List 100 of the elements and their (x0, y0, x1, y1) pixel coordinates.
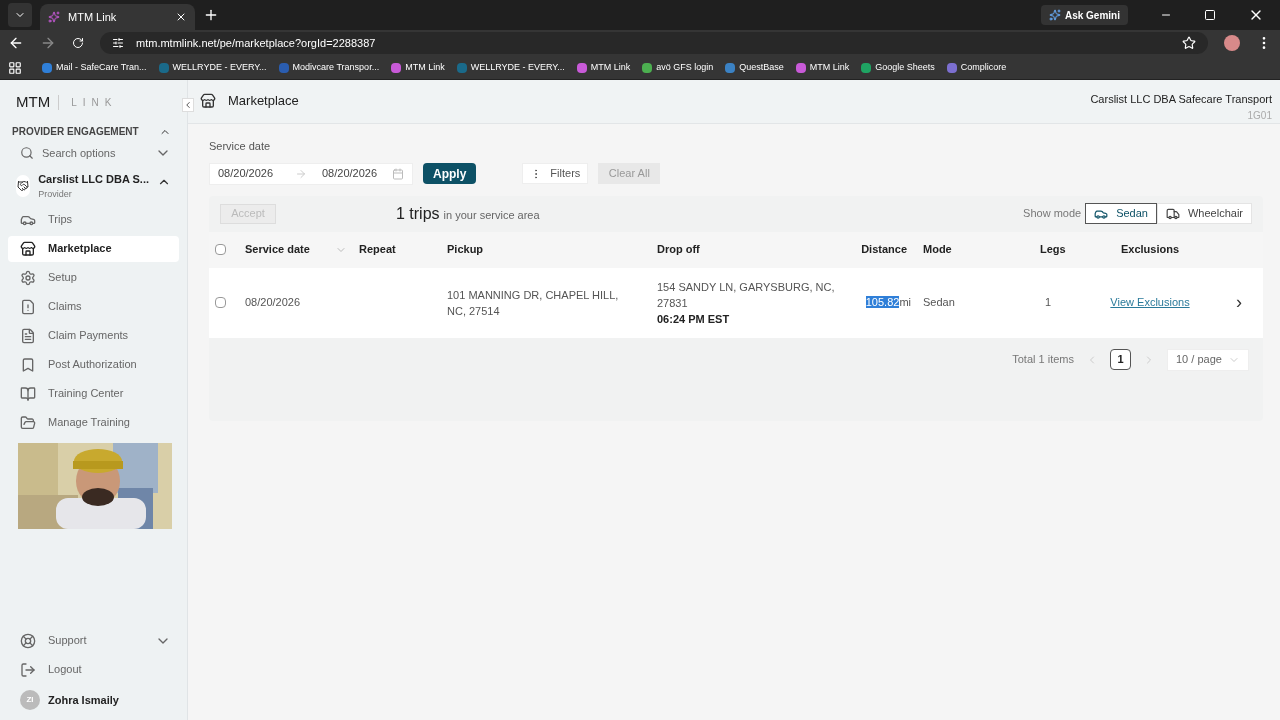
star-icon[interactable] (1182, 36, 1196, 50)
mode-toggle[interactable]: Sedan (1085, 203, 1157, 224)
restore-icon[interactable] (1204, 9, 1216, 21)
tab-favicon-icon (48, 11, 60, 23)
caret-icon (183, 100, 193, 110)
distance-unit: mi (899, 296, 911, 309)
new-tab-icon[interactable] (203, 7, 219, 23)
folder-icon (20, 414, 36, 431)
bookmark[interactable]: WELLRYDE - EVERY... (456, 60, 565, 75)
bookmark-label: MTM Link (590, 60, 631, 74)
table-cell-text: 154 SANDY LN, GARYSBURG, NC, 27831 (657, 279, 836, 311)
organization-code: 1G01 (1247, 108, 1272, 123)
bookmark[interactable]: WELLRYDE - EVERY... (158, 60, 267, 75)
nav-item[interactable]: Setup (8, 264, 179, 291)
column-header: Distance (860, 242, 908, 258)
bookmark[interactable]: MTM Link (576, 60, 631, 75)
trip-count-caption: in your service area (443, 208, 540, 224)
bookmark[interactable]: MTM Link (795, 60, 850, 75)
bookmark-label: MTM Link (405, 60, 445, 74)
mode-toggle[interactable]: Wheelchair (1156, 203, 1252, 224)
nav-item[interactable]: Marketplace (8, 235, 179, 262)
table-cell-text: Sedan (922, 295, 956, 311)
total-items: Total 1 items (1012, 352, 1074, 368)
column-header: Repeat (358, 242, 397, 258)
back-icon[interactable] (8, 35, 24, 51)
site-settings-icon (112, 37, 124, 49)
logout-icon (20, 661, 36, 678)
nav-item[interactable]: Post Authorization (8, 351, 179, 378)
nav-item[interactable]: Training Center (8, 380, 179, 407)
table-cell-text: 08/20/2026 (245, 295, 302, 311)
bookmark[interactable]: Complicore (946, 60, 1007, 75)
provider-selector[interactable]: Carslist LLC DBA S... Provider (8, 167, 179, 205)
reload-icon[interactable] (72, 37, 84, 49)
bookmark[interactable]: MTM Link (391, 60, 445, 75)
organization-name: Carslist LLC DBA Safecare Transport (1090, 92, 1272, 107)
show-mode-label: Show mode (1023, 206, 1082, 222)
column-header[interactable]: Service date (245, 241, 310, 258)
bookmark[interactable]: Google Sheets (861, 60, 935, 75)
document-icon (20, 327, 36, 344)
nav-item[interactable]: Logout (8, 655, 179, 684)
column-header: Pickup (446, 242, 485, 258)
logo: MTM (16, 91, 51, 112)
alert-document-icon (20, 298, 36, 315)
collapse-sidebar-button[interactable] (182, 98, 194, 112)
forward-icon[interactable] (40, 35, 56, 51)
dropoff-time: 06:24 PM EST (657, 311, 731, 327)
date-range-field[interactable]: 08/20/2026 08/20/2026 (209, 162, 413, 185)
column-header: Drop off (656, 242, 701, 258)
select-all-checkbox[interactable] (215, 244, 226, 255)
column-header: Legs (1039, 242, 1067, 258)
provider-role: Provider (38, 187, 73, 201)
bookmark-label: Mail - SafeCare Tran... (56, 60, 147, 74)
sparkle-icon (1048, 9, 1061, 21)
truck-icon (1165, 206, 1180, 221)
page-title: Marketplace (228, 92, 299, 110)
column-header: Mode (922, 242, 953, 258)
nav-item[interactable]: Manage Training (8, 409, 179, 436)
page-size-select[interactable]: 10 / page (1167, 348, 1249, 371)
handshake-icon (17, 180, 30, 192)
nav-item[interactable]: Claims (8, 293, 179, 320)
row-checkbox[interactable] (215, 297, 226, 308)
bookmark-label: Complicore (960, 60, 1007, 74)
nav-item[interactable]: Claim Payments (8, 322, 179, 349)
ask-gemini-button[interactable]: Ask Gemini (1040, 5, 1128, 25)
bookmark-label: WELLRYDE - EVERY... (470, 60, 565, 74)
store-icon (20, 240, 36, 257)
search-icon (20, 146, 34, 160)
trip-count: 1 trips (396, 203, 440, 224)
bookmark[interactable]: QuestBase (725, 60, 784, 75)
filters-button[interactable]: Filters (522, 163, 589, 184)
calendar-icon (392, 167, 404, 180)
nav-item[interactable]: Support (8, 626, 179, 655)
arrow-icon (295, 167, 307, 180)
browser-tab[interactable]: MTM Link (40, 4, 195, 30)
logo-suffix: LINK (58, 94, 118, 110)
profile-avatar[interactable] (1224, 35, 1240, 51)
view-exclusions-link[interactable]: View Exclusions (1085, 294, 1215, 311)
bookmark-icon (20, 356, 36, 373)
bookmark-label: Google Sheets (875, 60, 935, 74)
search-options[interactable]: Search options (8, 139, 179, 167)
bookmark-label: QuestBase (739, 60, 784, 74)
lifebuoy-icon (20, 632, 36, 649)
bookmark-label: WELLRYDE - EVERY... (172, 60, 267, 74)
expand-row-chevron[interactable]: › (1215, 289, 1263, 316)
bookmark[interactable]: Modivcare Transpor... (278, 60, 380, 75)
url-text: mtm.mtmlink.net/pe/marketplace?orgId=2288387 (136, 35, 377, 51)
bookmark[interactable]: avö GFS login (642, 60, 714, 75)
store-icon (200, 92, 216, 109)
apply-button[interactable]: Apply (423, 163, 477, 184)
tab-list-button[interactable] (8, 3, 32, 27)
bookmark[interactable]: Mail - SafeCare Tran... (42, 60, 147, 75)
apps-icon[interactable] (8, 60, 22, 75)
bookmark-label: Modivcare Transpor... (292, 60, 380, 74)
nav-item[interactable]: Trips (8, 206, 179, 233)
page-number[interactable]: 1 (1110, 349, 1131, 370)
filter-label: Service date (209, 139, 272, 154)
close-icon[interactable] (175, 11, 187, 23)
address-bar[interactable]: mtm.mtmlink.net/pe/marketplace?orgId=2288387 (100, 32, 1208, 54)
table-cell-text: 1 (1044, 295, 1053, 311)
distance-value: 105.82 (865, 296, 900, 309)
